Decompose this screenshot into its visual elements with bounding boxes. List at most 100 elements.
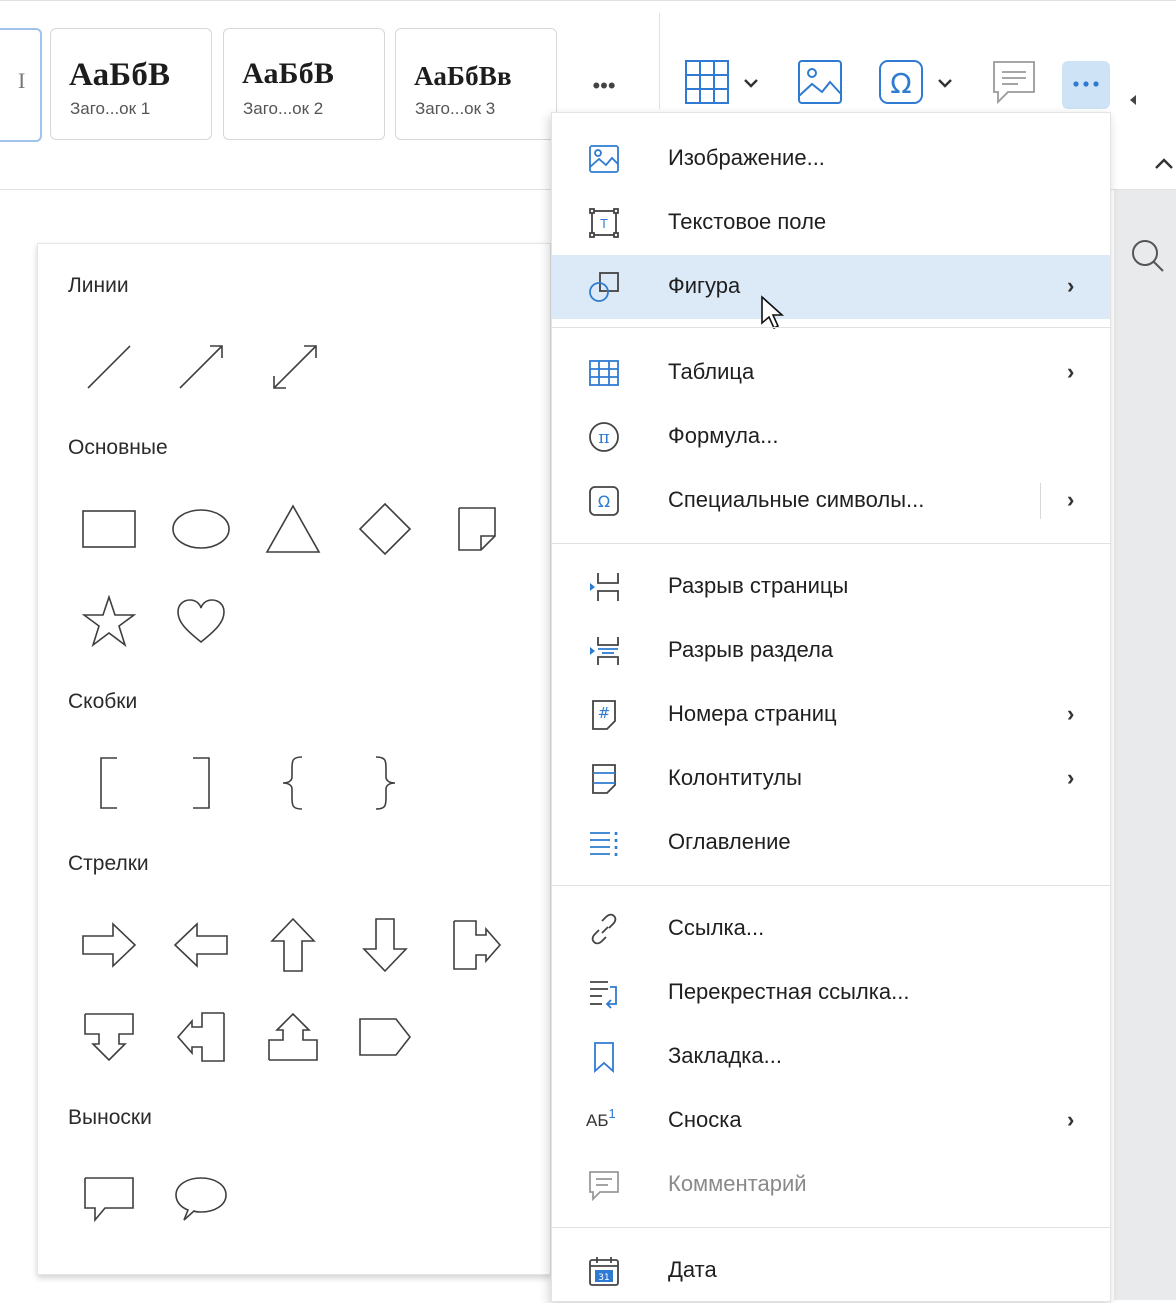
submenu-arrow-icon[interactable]: › [1067,487,1074,513]
star-shape[interactable] [74,586,144,656]
style-card-heading-2[interactable]: АаБбВ Заго...ок 2 [223,28,385,140]
menu-separator [552,885,1110,886]
menu-item-special-symbols[interactable]: Ω Специальные символы... › [552,469,1110,533]
menu-item-label: Закладка... [668,1043,782,1068]
dots-icon [1071,76,1101,94]
menu-item-link[interactable]: Ссылка... [552,897,1110,961]
insert-menu: Изображение... T Текстовое поле Фигура ›… [551,112,1111,1302]
footnote-icon-sup: 1 [608,1105,616,1121]
left-arrow-shape[interactable] [166,910,236,980]
menu-item-page-break[interactable]: Разрыв страницы [552,555,1110,619]
menu-item-label: Таблица [668,359,755,384]
shape-icon [586,269,622,305]
menu-item-comment: Комментарий [552,1153,1110,1217]
up-arrow-callout-shape[interactable] [258,1002,328,1072]
section-title-lines: Линии [68,274,129,297]
menu-item-section-break[interactable]: Разрыв раздела [552,619,1110,683]
menu-item-page-numbers[interactable]: # Номера страниц › [552,683,1110,747]
menu-item-table-of-contents[interactable]: Оглавление [552,811,1110,875]
menu-item-formula[interactable]: π Формула... [552,405,1110,469]
menu-item-text-box[interactable]: T Текстовое поле [552,191,1110,255]
line-shape[interactable] [74,332,144,402]
shapes-submenu-panel: Линии Основные Скобки Стрелки Выноски [37,243,551,1275]
right-arrow-callout-shape[interactable] [442,910,512,980]
menu-item-date[interactable]: 31 Дата [552,1239,1110,1303]
submenu-arrow-icon: › [1067,765,1075,790]
left-arrow-callout-shape[interactable] [166,1002,236,1072]
footnote-icon: АБ 1 [586,1103,622,1139]
cross-reference-icon [586,975,622,1011]
menu-item-label: Оглавление [668,829,791,854]
down-arrow-callout-shape[interactable] [74,1002,144,1072]
down-arrow-shape[interactable] [350,910,420,980]
menu-item-bookmark[interactable]: Закладка... [552,1025,1110,1089]
right-arrow-shape[interactable] [74,910,144,980]
arrow-line-shape[interactable] [166,332,236,402]
bookmark-icon [586,1039,622,1075]
style-sample-partial: I [18,68,26,93]
menu-item-label: Сноска [668,1107,742,1132]
rectangular-callout-shape[interactable] [74,1164,144,1234]
left-bracket-shape[interactable] [74,748,144,818]
scroll-left-icon[interactable] [1128,93,1138,112]
more-styles-label: ••• [592,73,616,98]
rectangle-shape[interactable] [74,494,144,564]
menu-item-table[interactable]: Таблица › [552,341,1110,405]
section-title-basic: Основные [68,436,168,459]
oval-callout-shape[interactable] [166,1164,236,1234]
menu-item-label: Разрыв раздела [668,637,834,662]
triangle-shape[interactable] [258,494,328,564]
image-icon [586,141,622,177]
menu-separator [552,327,1110,328]
diamond-shape[interactable] [350,494,420,564]
menu-item-cross-reference[interactable]: Перекрестная ссылка... [552,961,1110,1025]
heart-shape[interactable] [166,586,236,656]
style-sample: АаБбВв [414,61,512,91]
style-sample: АаБбВ [69,57,171,93]
more-options-button[interactable] [1062,61,1110,109]
right-brace-shape[interactable] [350,748,420,818]
ellipse-shape[interactable] [166,494,236,564]
right-bracket-shape[interactable] [166,748,236,818]
up-arrow-shape[interactable] [258,910,328,980]
menu-item-header-footer[interactable]: Колонтитулы › [552,747,1110,811]
style-caption: Заго...ок 3 [415,99,496,118]
menu-item-image[interactable]: Изображение... [552,127,1110,191]
double-arrow-line-shape[interactable] [260,332,330,402]
ribbon-divider [659,13,660,109]
menu-item-label: Перекрестная ссылка... [668,979,910,1004]
menu-separator [552,1227,1110,1228]
calendar-icon-day: 31 [598,1273,609,1283]
submenu-arrow-icon: › [1067,1107,1075,1132]
collapse-ribbon-icon[interactable] [1153,156,1175,177]
style-card-heading-1[interactable]: АаБбВ Заго...ок 1 [50,28,212,140]
style-card-heading-3[interactable]: АаБбВв Заго...ок 3 [395,28,557,140]
note-shape[interactable] [442,494,512,564]
pentagon-arrow-shape[interactable] [350,1002,420,1072]
menu-item-label: Разрыв страницы [668,573,849,598]
insert-table-button[interactable] [682,59,732,109]
side-panel-area [1114,188,1176,1300]
section-title-callouts: Выноски [68,1106,152,1129]
menu-item-label: Ссылка... [668,915,765,940]
search-icon[interactable] [1128,236,1168,281]
insert-comment-button[interactable] [989,59,1039,109]
more-styles-button[interactable]: ••• [584,71,624,101]
insert-image-button[interactable] [795,59,845,109]
omega-icon: Ω [586,483,622,519]
link-icon [586,911,622,947]
menu-item-footnote[interactable]: АБ 1 Сноска › [552,1089,1110,1153]
style-card-normal[interactable]: I [0,28,42,142]
page-numbers-icon: # [586,697,622,733]
chevron-down-icon[interactable] [935,73,955,98]
left-brace-shape[interactable] [258,748,328,818]
chevron-down-icon[interactable] [741,73,761,98]
svg-text:π: π [598,428,609,448]
menu-item-label: Текстовое поле [668,209,827,234]
menu-item-label: Специальные символы... [668,487,925,512]
insert-symbol-button[interactable]: Ω [876,59,926,109]
comment-icon [990,58,1038,111]
menu-item-shape[interactable]: Фигура › [552,255,1110,330]
calendar-icon: 31 [586,1253,622,1289]
menu-item-label: Колонтитулы [668,765,802,790]
